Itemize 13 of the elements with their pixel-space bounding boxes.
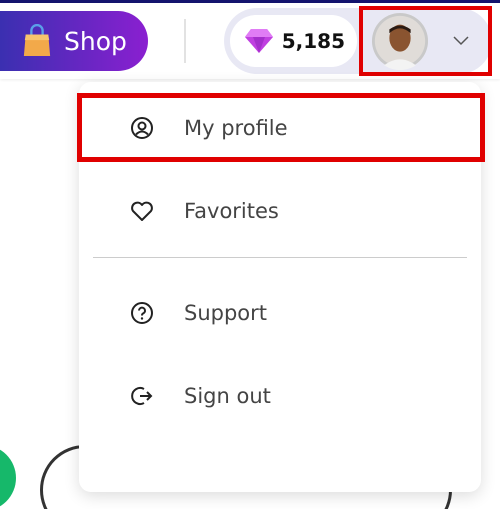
heart-icon xyxy=(130,200,154,222)
gem-icon xyxy=(244,28,274,54)
menu-item[interactable]: Favorites xyxy=(77,176,485,245)
help-icon xyxy=(130,300,154,324)
account-button[interactable] xyxy=(359,6,492,76)
user-circle-icon xyxy=(130,116,154,140)
shop-button[interactable]: Shop xyxy=(0,11,148,71)
menu-item[interactable]: Support xyxy=(77,278,485,347)
shopping-bag-icon xyxy=(22,24,52,58)
menu-item[interactable]: Sign out xyxy=(77,361,485,430)
gem-balance: 5,185 xyxy=(230,15,357,67)
menu-item[interactable]: My profile xyxy=(77,93,485,162)
chevron-down-icon xyxy=(453,36,469,46)
